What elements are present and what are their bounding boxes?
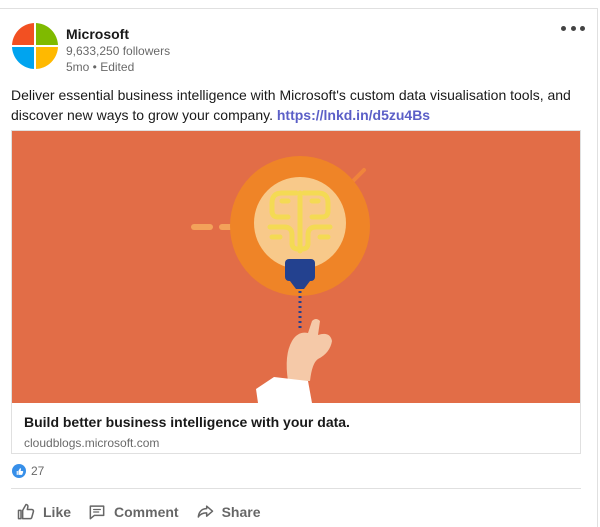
share-label: Share — [221, 504, 261, 520]
article-preview[interactable]: Build better business intelligence with … — [11, 130, 581, 454]
comment-label: Comment — [114, 504, 179, 520]
more-horizontal-icon — [561, 25, 566, 31]
article-caption: Build better business intelligence with … — [12, 403, 580, 453]
like-reaction-icon — [12, 464, 26, 478]
logo-blue-square — [12, 47, 34, 69]
post-card: Microsoft 9,633,250 followers 5mo • Edit… — [0, 8, 598, 527]
comment-button[interactable]: Comment — [79, 498, 187, 526]
divider — [11, 488, 581, 489]
author-name[interactable]: Microsoft — [66, 26, 129, 42]
article-source: cloudblogs.microsoft.com — [24, 436, 160, 450]
microsoft-logo[interactable] — [12, 23, 58, 69]
like-button[interactable]: Like — [8, 498, 79, 526]
more-options-button[interactable] — [561, 22, 585, 34]
social-actions-bar: Like Comment Share — [8, 498, 269, 526]
reaction-summary[interactable]: 27 — [12, 464, 44, 478]
logo-red-square — [12, 23, 34, 45]
post-commentary: Deliver essential business intelligence … — [11, 85, 581, 125]
follower-count: 9,633,250 followers — [66, 44, 171, 58]
article-title[interactable]: Build better business intelligence with … — [24, 414, 350, 430]
comment-icon — [89, 505, 105, 520]
reaction-count: 27 — [31, 464, 45, 478]
commentary-link[interactable]: https://lnkd.in/d5zu4Bs — [277, 107, 430, 123]
post-timestamp: 5mo • Edited — [66, 60, 135, 74]
lightbulb-socket — [285, 259, 315, 281]
logo-green-square — [36, 23, 58, 45]
like-label: Like — [43, 504, 72, 520]
logo-yellow-square — [36, 47, 58, 69]
brain-lightbulb-icon — [12, 131, 580, 403]
share-button[interactable]: Share — [187, 498, 269, 526]
thumbs-up-icon — [17, 503, 35, 520]
share-icon — [197, 505, 213, 518]
